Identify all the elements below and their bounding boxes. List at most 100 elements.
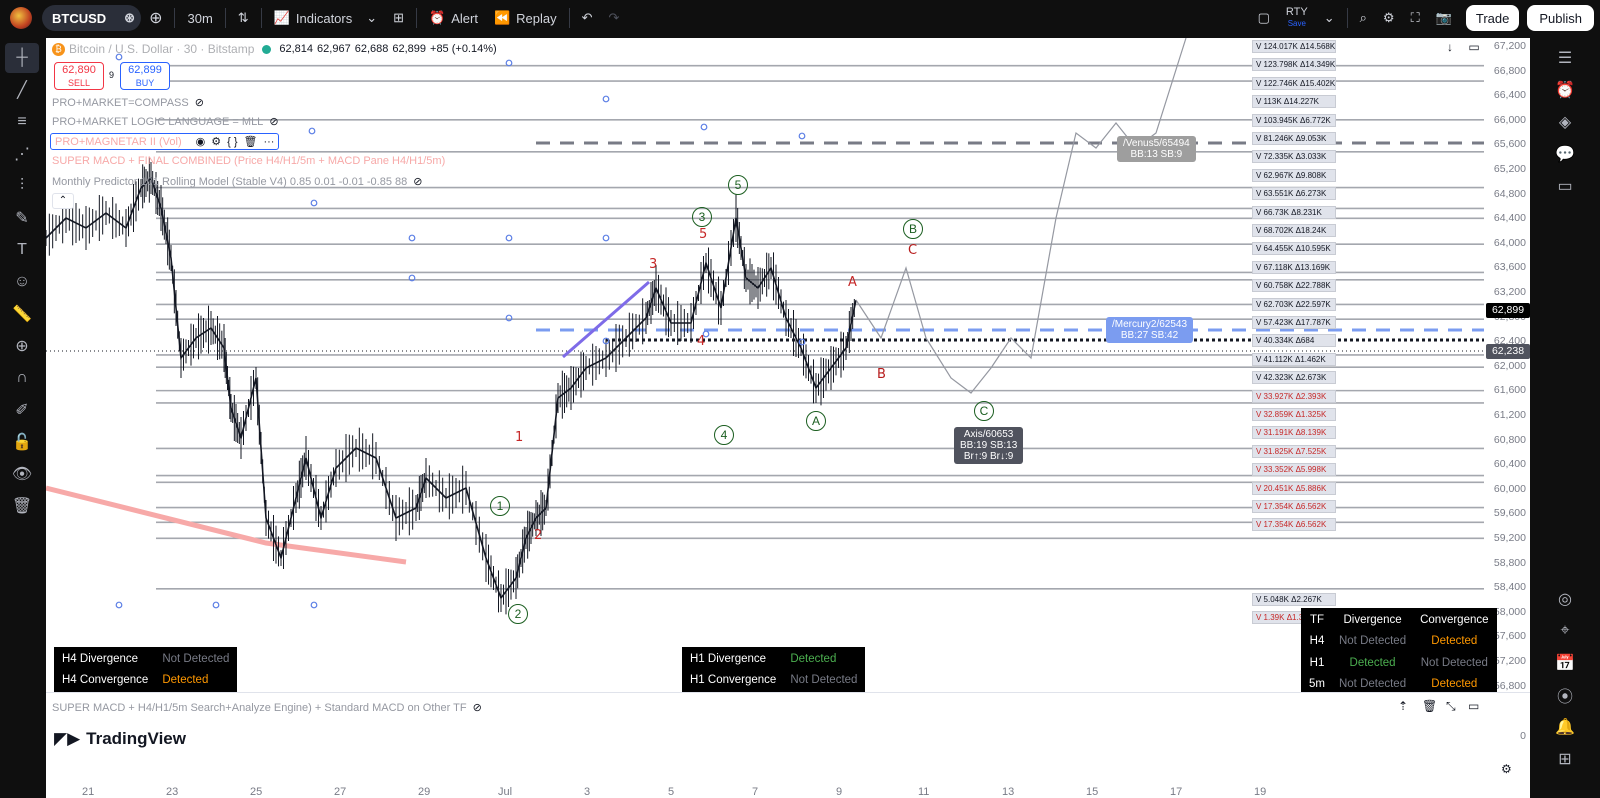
eye-icon[interactable]: 👁 [5, 459, 39, 489]
maximize-pane-button[interactable]: ▭ [1464, 40, 1484, 58]
legend-compass[interactable]: PRO+MARKET=COMPASS ⊘ [52, 96, 204, 110]
chat-icon[interactable]: 💬 [1548, 139, 1582, 169]
gear-icon: ⚙ [1382, 10, 1395, 25]
avatar[interactable] [10, 7, 32, 29]
layout-toggle-button[interactable]: ▢ [1250, 4, 1278, 32]
marker-dot [602, 95, 610, 103]
prediction-icon[interactable]: ⫶ [5, 171, 39, 201]
chart-type-button[interactable]: ⇅ [230, 4, 257, 32]
wave-label-3: 3 [649, 257, 658, 272]
macd-pane[interactable]: SUPER MACD + H4/H1/5m Search+Analyze Eng… [46, 692, 1530, 798]
pane-maximize-button[interactable]: ▭ [1468, 699, 1479, 713]
symbol-search-button[interactable]: BTCUSD ⊛ [42, 5, 142, 31]
marker-dot [115, 601, 123, 609]
alert-button[interactable]: ⏰ Alert [421, 4, 486, 32]
hotlist-icon[interactable]: ⌖ [1548, 616, 1582, 646]
price-axis-label: 58,400 [1493, 581, 1526, 594]
collapse-legend-button[interactable]: ⌃ [52, 193, 74, 209]
undo-button[interactable]: ↶ [574, 4, 601, 32]
wave-circle-1: 1 [490, 496, 510, 516]
table-row: TF Divergence Convergence [1303, 610, 1495, 630]
sell-button[interactable]: 62,890 SELL [54, 62, 104, 90]
notifications-icon[interactable]: 🔔 [1548, 712, 1582, 742]
price-axis-label: 66,400 [1493, 89, 1526, 102]
trend-line-icon[interactable]: ╱ [5, 75, 39, 105]
zoom-in-icon[interactable]: ⊕ [5, 331, 39, 361]
redo-button[interactable]: ↷ [601, 4, 628, 32]
lock-icon[interactable]: 🔓 [5, 427, 39, 457]
trash-icon[interactable]: 🗑 [244, 135, 258, 148]
source-code-icon[interactable]: { } [227, 136, 237, 148]
trash-icon[interactable]: 🗑 [5, 491, 39, 521]
legend-mll[interactable]: PRO+MARKET LOGIC LANGUAGE = MLL ⊘ [52, 115, 279, 129]
broadcast-icon[interactable]: ⦿ [1548, 680, 1582, 710]
pattern-icon[interactable]: ⋰ [5, 139, 39, 169]
crosshair-icon[interactable]: ┼ [5, 43, 39, 73]
price-scale-button[interactable]: ↓ [1440, 40, 1460, 58]
layers-icon[interactable]: ◈ [1548, 107, 1582, 137]
layout-name-button[interactable]: RTY Save [1278, 4, 1316, 32]
pane-up-button[interactable]: ⇡ [1398, 699, 1408, 713]
eye-icon[interactable]: ◉ [196, 135, 206, 148]
volume-profile-box: V 62.703K Δ22.597K [1252, 297, 1336, 311]
help-icon[interactable]: ⊞ [1548, 744, 1582, 774]
pane-collapse-button[interactable]: ⤡ [1446, 699, 1456, 714]
legend-super-macd[interactable]: SUPER MACD + FINAL COMBINED (Price H4/H1… [52, 155, 445, 167]
main-price-pane[interactable]: ₿ Bitcoin / U.S. Dollar · 30 · Bitstamp … [46, 38, 1530, 696]
settings-icon[interactable]: ⚙ [211, 135, 221, 148]
calendar-icon[interactable]: 📅 [1548, 648, 1582, 678]
price-axis-label: 60,800 [1493, 433, 1526, 446]
screenshot-button[interactable]: 📷 [1428, 4, 1460, 32]
tradingview-logo[interactable]: ◤▶ TradingView [54, 729, 186, 749]
brush-icon[interactable]: ✎ [5, 203, 39, 233]
replay-button[interactable]: ⏪ Replay [486, 4, 565, 32]
templates-button[interactable]: ⊞ [385, 4, 412, 32]
buy-button[interactable]: 62,899 BUY [120, 62, 170, 90]
ideas-icon[interactable]: ▭ [1548, 171, 1582, 201]
pane-delete-button[interactable]: 🗑 [1422, 699, 1437, 713]
trade-button[interactable]: Trade [1465, 5, 1520, 31]
macd-legend[interactable]: SUPER MACD + H4/H1/5m Search+Analyze Eng… [52, 701, 482, 715]
legend-magnetar[interactable]: PRO+MAGNETAR II (Vol) ◉ ⚙ { } 🗑 ··· [50, 133, 280, 150]
buy-price: 62,899 [128, 64, 162, 76]
lock-drawing-icon[interactable]: ✐ [5, 395, 39, 425]
indicators-button[interactable]: 📈 Indicators ⌄ [266, 4, 385, 32]
eye-off-icon[interactable]: ⊘ [413, 175, 422, 188]
tf-h1-div: Detected [1349, 656, 1396, 669]
volume-profile-box: V 32.859K Δ1.325K [1252, 408, 1336, 421]
add-symbol-button[interactable]: ⊕ [141, 4, 170, 32]
watchlist-icon[interactable]: ☰ [1548, 43, 1582, 73]
tf-h4: H4 [1309, 635, 1325, 648]
time-axis-label: 3 [584, 786, 591, 798]
time-axis-settings-button[interactable]: ⚙ [1501, 762, 1512, 776]
quick-search-button[interactable]: ⌕ [1352, 4, 1375, 32]
axis-breaks: Br↑:9 Br↓:9 [963, 451, 1014, 462]
settings-button[interactable]: ⚙ [1375, 4, 1403, 32]
marker-dot [310, 199, 318, 207]
ema-line [46, 485, 407, 565]
magnet-icon[interactable]: ∩ [5, 363, 39, 393]
volume-profile-box: V 81.246K Δ9.053K [1252, 132, 1336, 145]
chevron-down-icon: ⌄ [366, 10, 378, 25]
interval-button[interactable]: 30m [179, 4, 220, 32]
price-axis-label: 64,800 [1493, 187, 1526, 200]
chart-area[interactable]: ₿ Bitcoin / U.S. Dollar · 30 · Bitstamp … [46, 38, 1530, 798]
emoji-icon[interactable]: ☺ [5, 267, 39, 297]
tf-h1: H1 [1309, 656, 1325, 669]
eye-off-icon[interactable]: ⊘ [473, 701, 482, 714]
text-icon[interactable]: T [5, 235, 39, 265]
legend-monthly[interactable]: Monthly Predictor 101 Rolling Model (Sta… [52, 175, 422, 189]
fullscreen-button[interactable]: ⛶ [1403, 4, 1428, 32]
axis-stats: BB:19 SB:13 [960, 440, 1018, 451]
target-icon[interactable]: ◎ [1548, 584, 1582, 614]
eye-off-icon[interactable]: ⊘ [269, 115, 278, 128]
price-axis-label: 59,600 [1493, 507, 1526, 520]
ruler-icon[interactable]: 📏 [5, 299, 39, 329]
eye-off-icon[interactable]: ⊘ [195, 96, 204, 109]
layout-menu-button[interactable]: ⌄ [1316, 4, 1343, 32]
more-icon[interactable]: ··· [263, 136, 274, 148]
alarm-clock-icon[interactable]: ⏰ [1548, 75, 1582, 105]
publish-button[interactable]: Publish [1527, 5, 1594, 31]
fib-icon[interactable]: ≡ [5, 107, 39, 137]
legend-label: PRO+MAGNETAR II (Vol) [55, 135, 182, 148]
